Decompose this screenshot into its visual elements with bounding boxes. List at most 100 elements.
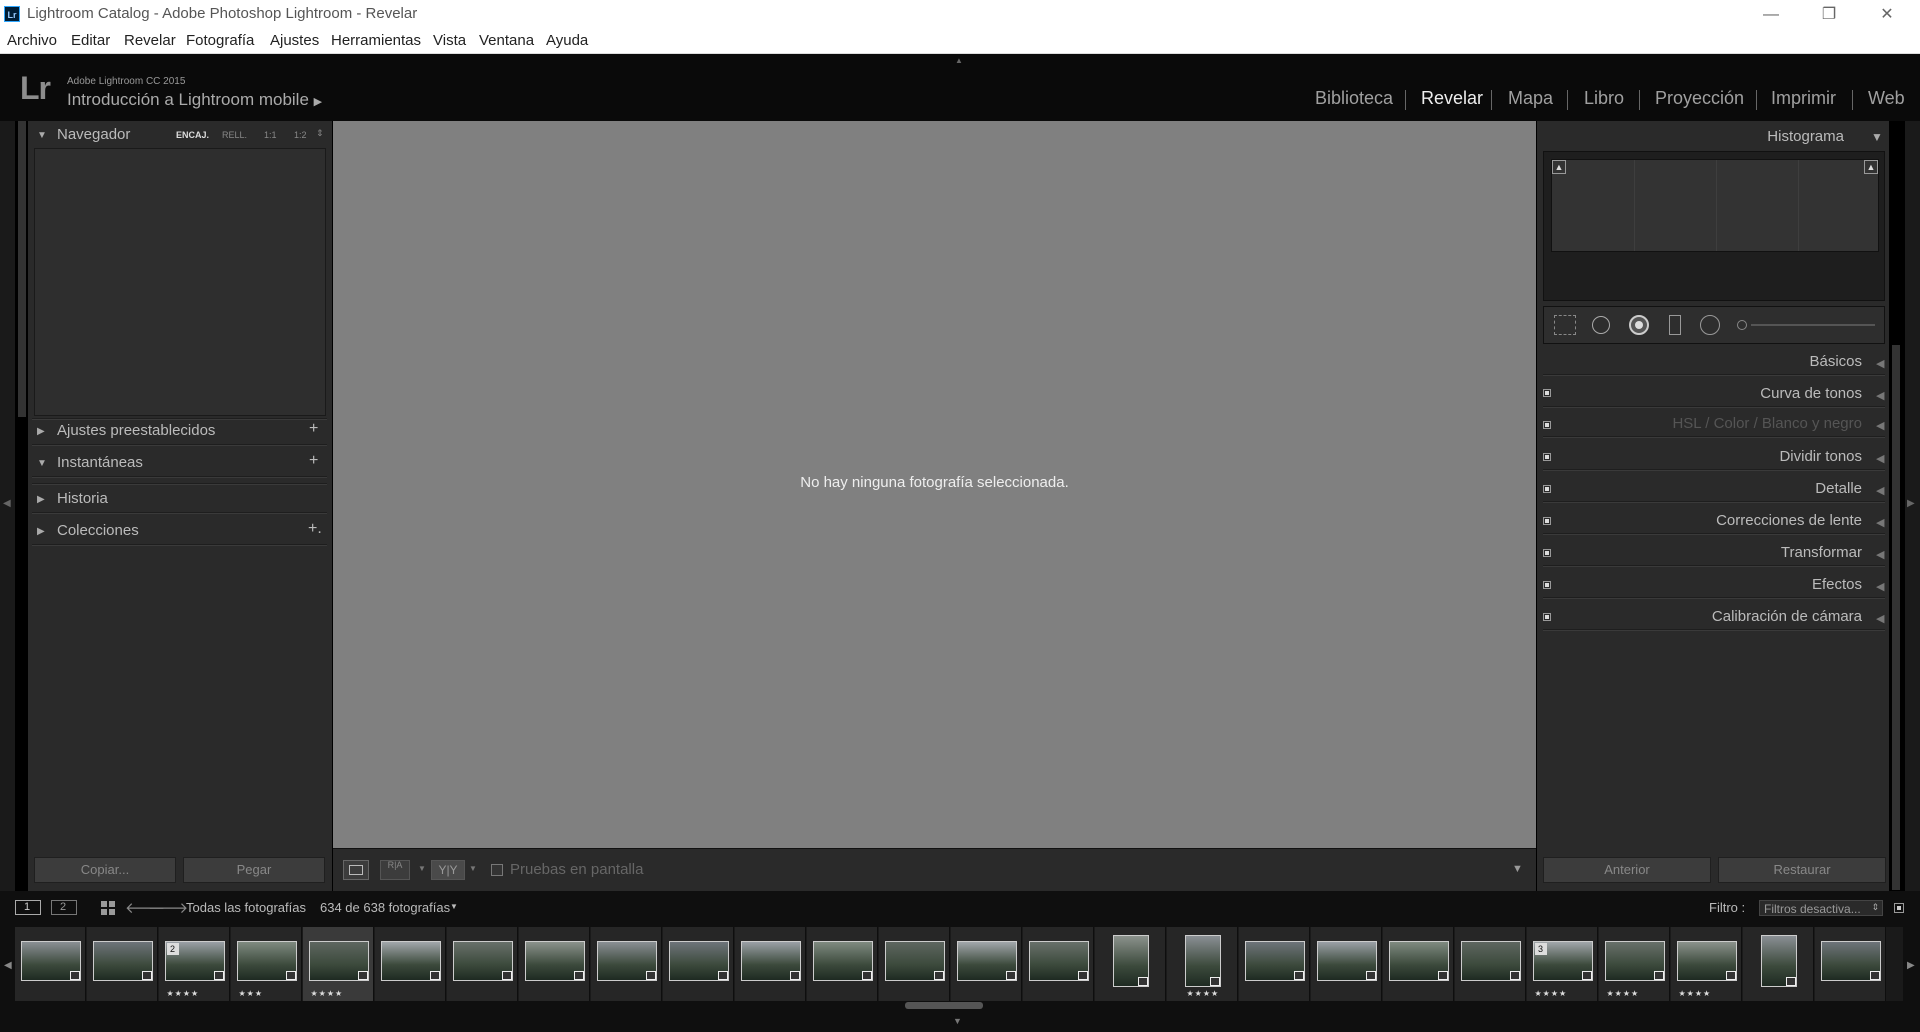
history-panel[interactable]: Historia	[57, 490, 108, 507]
histogram-title[interactable]: Histograma	[1767, 128, 1844, 145]
split-toning-panel[interactable]: Dividir tonos	[1779, 448, 1862, 465]
filmstrip-cell[interactable]	[1815, 927, 1886, 1001]
effects-panel[interactable]: Efectos	[1812, 576, 1862, 593]
left-panel-toggle-icon[interactable]: ◀	[3, 498, 11, 509]
right-scrollbar[interactable]	[1892, 345, 1900, 890]
filmstrip-cell[interactable]	[1023, 927, 1094, 1001]
paste-settings-button[interactable]: Pegar	[183, 857, 325, 883]
camera-calibration-toggle-icon[interactable]: ◀	[1876, 612, 1884, 625]
hsl-color-bw-panel[interactable]: HSL / Color / Blanco y negro	[1672, 415, 1862, 432]
radial-filter-icon[interactable]	[1700, 315, 1720, 335]
filmstrip-cell[interactable]	[375, 927, 446, 1001]
filmstrip-cell[interactable]: ★★★	[231, 927, 302, 1001]
detail-panel[interactable]: Detalle	[1815, 480, 1862, 497]
before-after-button[interactable]: R|A	[380, 860, 410, 880]
filmstrip-cell[interactable]: ★★★★	[1167, 927, 1238, 1001]
filmstrip-source[interactable]: Todas las fotografías	[186, 900, 306, 915]
camera-calibration-switch[interactable]	[1543, 613, 1551, 621]
zoom-1-2[interactable]: 1:2	[294, 130, 307, 140]
crop-tool-icon[interactable]	[1554, 315, 1576, 335]
add-collection-button[interactable]: +.	[308, 520, 322, 538]
filter-lock-icon[interactable]	[1894, 903, 1904, 913]
snapshots-panel[interactable]: Instantáneas	[57, 454, 143, 471]
detail-toggle-icon[interactable]: ◀	[1876, 484, 1884, 497]
effects-switch[interactable]	[1543, 581, 1551, 589]
reset-button[interactable]: Restaurar	[1718, 857, 1886, 883]
basic-panel[interactable]: Básicos	[1809, 353, 1862, 370]
collapse-top-icon[interactable]: ▲	[955, 56, 965, 65]
filmstrip-cell[interactable]	[1455, 927, 1526, 1001]
basic-toggle-icon[interactable]: ◀	[1876, 357, 1884, 370]
second-screen-button[interactable]: 2	[51, 900, 77, 915]
menu-fotografia[interactable]: Fotografía	[186, 32, 254, 49]
highlight-clipping-icon[interactable]: ▲	[1864, 160, 1878, 174]
filmstrip-scrollbar[interactable]	[905, 1002, 983, 1009]
filter-dropdown[interactable]: Filtros desactiva... ⇕	[1759, 900, 1883, 916]
filmstrip-cell[interactable]: ★★★★	[303, 927, 374, 1001]
module-biblioteca[interactable]: Biblioteca	[1315, 88, 1393, 109]
brush-slider[interactable]	[1737, 319, 1875, 331]
histogram-toggle-icon[interactable]: ▼	[1871, 130, 1883, 144]
histogram[interactable]: ▲ ▲	[1551, 159, 1879, 252]
menu-archivo[interactable]: Archivo	[7, 32, 57, 49]
zoom-fit[interactable]: ENCAJ.	[176, 130, 209, 140]
filmstrip-cell[interactable]	[1383, 927, 1454, 1001]
right-panel-toggle-icon[interactable]: ▶	[1907, 498, 1915, 509]
forward-arrow-icon[interactable]: 🡒	[148, 898, 188, 917]
camera-calibration-panel[interactable]: Calibración de cámara	[1712, 608, 1862, 625]
module-proyeccion[interactable]: Proyección	[1655, 88, 1744, 109]
presets-panel[interactable]: Ajustes preestablecidos	[57, 422, 215, 439]
spot-removal-icon[interactable]	[1592, 316, 1610, 334]
filmstrip-cell[interactable]: ★★★★	[1599, 927, 1670, 1001]
menu-ventana[interactable]: Ventana	[479, 32, 534, 49]
filmstrip-right-icon[interactable]: ▶	[1907, 960, 1915, 971]
lens-corrections-panel[interactable]: Correcciones de lente	[1716, 512, 1862, 529]
filmstrip-cell[interactable]	[807, 927, 878, 1001]
zoom-1-1[interactable]: 1:1	[264, 130, 277, 140]
collections-toggle-icon[interactable]: ▶	[37, 526, 45, 537]
module-libro[interactable]: Libro	[1584, 88, 1624, 109]
filmstrip-cell[interactable]	[1239, 927, 1310, 1001]
red-eye-icon[interactable]	[1629, 315, 1649, 335]
photo-count[interactable]: 634 de 638 fotografías	[320, 900, 450, 915]
filmstrip-cell[interactable]	[591, 927, 662, 1001]
module-imprimir[interactable]: Imprimir	[1771, 88, 1836, 109]
minimize-button[interactable]: —	[1742, 0, 1800, 29]
filmstrip-cell[interactable]	[663, 927, 734, 1001]
before-after-swap-menu-icon[interactable]: ▼	[469, 864, 477, 873]
menu-herramientas[interactable]: Herramientas	[331, 32, 421, 49]
filmstrip-cell[interactable]: 2 ★★★★	[159, 927, 230, 1001]
module-revelar[interactable]: Revelar	[1421, 88, 1483, 109]
transform-panel[interactable]: Transformar	[1781, 544, 1862, 561]
menu-ayuda[interactable]: Ayuda	[546, 32, 588, 49]
split-toning-switch[interactable]	[1543, 453, 1551, 461]
navigator-title[interactable]: Navegador	[57, 126, 130, 143]
source-menu-icon[interactable]: ▼	[450, 902, 458, 911]
main-screen-button[interactable]: 1	[15, 900, 41, 915]
detail-switch[interactable]	[1543, 485, 1551, 493]
menu-vista[interactable]: Vista	[433, 32, 466, 49]
navigator-toggle-icon[interactable]: ▼	[37, 130, 47, 141]
filmstrip-left-icon[interactable]: ◀	[4, 960, 12, 971]
filmstrip-cell[interactable]: ★★★★	[1671, 927, 1742, 1001]
filmstrip-cell[interactable]	[1743, 927, 1814, 1001]
before-after-menu-icon[interactable]: ▼	[418, 864, 426, 873]
menu-ajustes[interactable]: Ajustes	[270, 32, 319, 49]
filmstrip-cell[interactable]	[87, 927, 158, 1001]
module-web[interactable]: Web	[1868, 88, 1905, 109]
filmstrip-cell[interactable]	[1095, 927, 1166, 1001]
presets-toggle-icon[interactable]: ▶	[37, 426, 45, 437]
zoom-fill[interactable]: RELL.	[222, 130, 247, 140]
zoom-stepper-icon[interactable]: ⇕	[316, 128, 324, 139]
lens-corrections-switch[interactable]	[1543, 517, 1551, 525]
catalog-name[interactable]: Introducción a Lightroom mobile ▶	[67, 90, 322, 110]
lens-corrections-toggle-icon[interactable]: ◀	[1876, 516, 1884, 529]
previous-button[interactable]: Anterior	[1543, 857, 1711, 883]
collapse-bottom-icon[interactable]: ▼	[953, 1016, 962, 1026]
tone-curve-panel[interactable]: Curva de tonos	[1760, 385, 1862, 402]
copy-settings-button[interactable]: Copiar...	[34, 857, 176, 883]
filmstrip-cell[interactable]	[735, 927, 806, 1001]
effects-toggle-icon[interactable]: ◀	[1876, 580, 1884, 593]
transform-switch[interactable]	[1543, 549, 1551, 557]
graduated-filter-icon[interactable]	[1669, 315, 1681, 335]
